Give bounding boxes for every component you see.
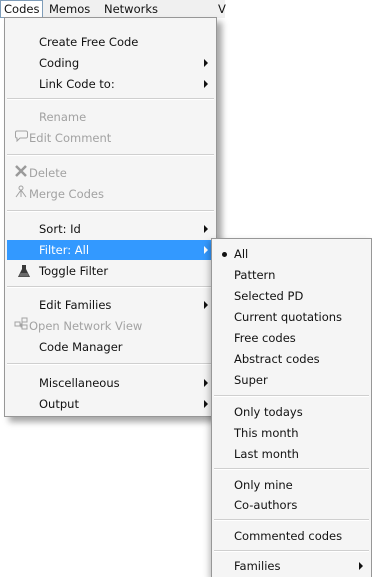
edit-families-item[interactable]: Edit Families <box>7 295 214 315</box>
merge-icon <box>13 184 29 204</box>
create-free-code-item[interactable]: Create Free Code <box>7 32 214 52</box>
menu-separator <box>214 395 369 397</box>
delete-x-icon <box>13 163 29 183</box>
menu-codes[interactable]: Codes <box>0 0 44 18</box>
edit-comment-item[interactable]: Edit Comment <box>7 128 214 148</box>
submenu-arrow-icon <box>359 562 363 570</box>
edit-families-label: Edit Families <box>39 298 112 312</box>
speech-bubble-icon <box>13 128 29 148</box>
menu-networks[interactable]: Networks <box>101 0 161 18</box>
filter-only-mine-item[interactable]: Only mine <box>214 475 369 495</box>
filter-only-mine-label: Only mine <box>234 478 293 492</box>
filter-commented-codes-label: Commented codes <box>234 529 343 543</box>
open-network-view-label: Open Network View <box>29 319 143 333</box>
filter-this-month-label: This month <box>234 426 299 440</box>
menu-memos[interactable]: Memos <box>46 0 93 18</box>
merge-codes-item[interactable]: Merge Codes <box>7 184 214 204</box>
code-manager-item[interactable]: Code Manager <box>7 337 214 357</box>
codes-menu: Create Free Code Coding Link Code to: Re… <box>4 17 217 417</box>
coding-label: Coding <box>39 56 80 70</box>
submenu-arrow-icon <box>204 80 208 88</box>
filter-free-codes-label: Free codes <box>234 331 296 345</box>
delete-label: Delete <box>29 166 67 180</box>
menu-separator <box>214 468 369 470</box>
filter-abstract-codes-label: Abstract codes <box>234 352 320 366</box>
code-manager-label: Code Manager <box>39 340 123 354</box>
filter-all-label: All <box>234 247 249 261</box>
output-label: Output <box>39 397 79 411</box>
filter-last-month-label: Last month <box>234 447 299 461</box>
submenu-arrow-icon <box>204 59 208 67</box>
filter-submenu: All Pattern Selected PD Current quotatio… <box>211 238 372 577</box>
filter-selected-pd-item[interactable]: Selected PD <box>214 286 369 306</box>
filter-all-item[interactable]: All <box>214 244 369 264</box>
filter-selected-pd-label: Selected PD <box>234 289 304 303</box>
network-icon <box>13 316 29 336</box>
menu-separator <box>214 519 369 521</box>
merge-codes-label: Merge Codes <box>29 187 104 201</box>
menu-separator <box>7 286 214 288</box>
filter-families-label: Families <box>234 559 281 573</box>
menu-separator <box>214 550 369 552</box>
menu-separator <box>7 98 214 100</box>
menu-view-partial[interactable]: V <box>215 0 229 18</box>
link-code-to-label: Link Code to: <box>39 77 115 91</box>
menu-bar: Codes Memos Networks V <box>0 0 226 18</box>
coding-item[interactable]: Coding <box>7 53 214 73</box>
filter-families-item[interactable]: Families <box>214 556 369 576</box>
filter-current-quotations-item[interactable]: Current quotations <box>214 307 369 327</box>
submenu-arrow-icon <box>204 246 208 254</box>
submenu-arrow-icon <box>204 379 208 387</box>
filter-current-quotations-label: Current quotations <box>234 310 343 324</box>
filter-abstract-codes-item[interactable]: Abstract codes <box>214 349 369 369</box>
filter-free-codes-item[interactable]: Free codes <box>214 328 369 348</box>
filter-last-month-item[interactable]: Last month <box>214 444 369 464</box>
flask-icon <box>17 264 31 278</box>
filter-super-item[interactable]: Super <box>214 370 369 390</box>
filter-super-label: Super <box>234 373 268 387</box>
sort-item[interactable]: Sort: Id <box>7 219 214 239</box>
filter-only-todays-item[interactable]: Only todays <box>214 402 369 422</box>
rename-item[interactable]: Rename <box>7 107 214 127</box>
create-free-code-label: Create Free Code <box>39 35 139 49</box>
filter-commented-codes-item[interactable]: Commented codes <box>214 526 369 546</box>
sort-label: Sort: Id <box>39 222 81 236</box>
toggle-filter-item[interactable]: Toggle Filter <box>7 261 214 281</box>
menu-separator <box>7 154 214 156</box>
miscellaneous-label: Miscellaneous <box>39 376 120 390</box>
filter-label: Filter: All <box>39 243 90 257</box>
output-item[interactable]: Output <box>7 394 214 414</box>
delete-item[interactable]: Delete <box>7 163 214 183</box>
filter-pattern-item[interactable]: Pattern <box>214 265 369 285</box>
submenu-arrow-icon <box>204 225 208 233</box>
rename-label: Rename <box>39 110 87 124</box>
menu-separator <box>7 363 214 365</box>
radio-bullet-icon <box>222 252 227 257</box>
filter-only-todays-label: Only todays <box>234 405 303 419</box>
edit-comment-label: Edit Comment <box>29 131 112 145</box>
miscellaneous-item[interactable]: Miscellaneous <box>7 373 214 393</box>
filter-co-authors-item[interactable]: Co-authors <box>214 495 369 515</box>
link-code-to-item[interactable]: Link Code to: <box>7 74 214 94</box>
toggle-filter-label: Toggle Filter <box>39 264 109 278</box>
filter-this-month-item[interactable]: This month <box>214 423 369 443</box>
menu-separator <box>7 210 214 212</box>
open-network-view-item[interactable]: Open Network View <box>7 316 214 336</box>
submenu-arrow-icon <box>204 400 208 408</box>
filter-pattern-label: Pattern <box>234 268 276 282</box>
filter-co-authors-label: Co-authors <box>234 498 298 512</box>
submenu-arrow-icon <box>204 301 208 309</box>
filter-item[interactable]: Filter: All <box>7 240 214 260</box>
